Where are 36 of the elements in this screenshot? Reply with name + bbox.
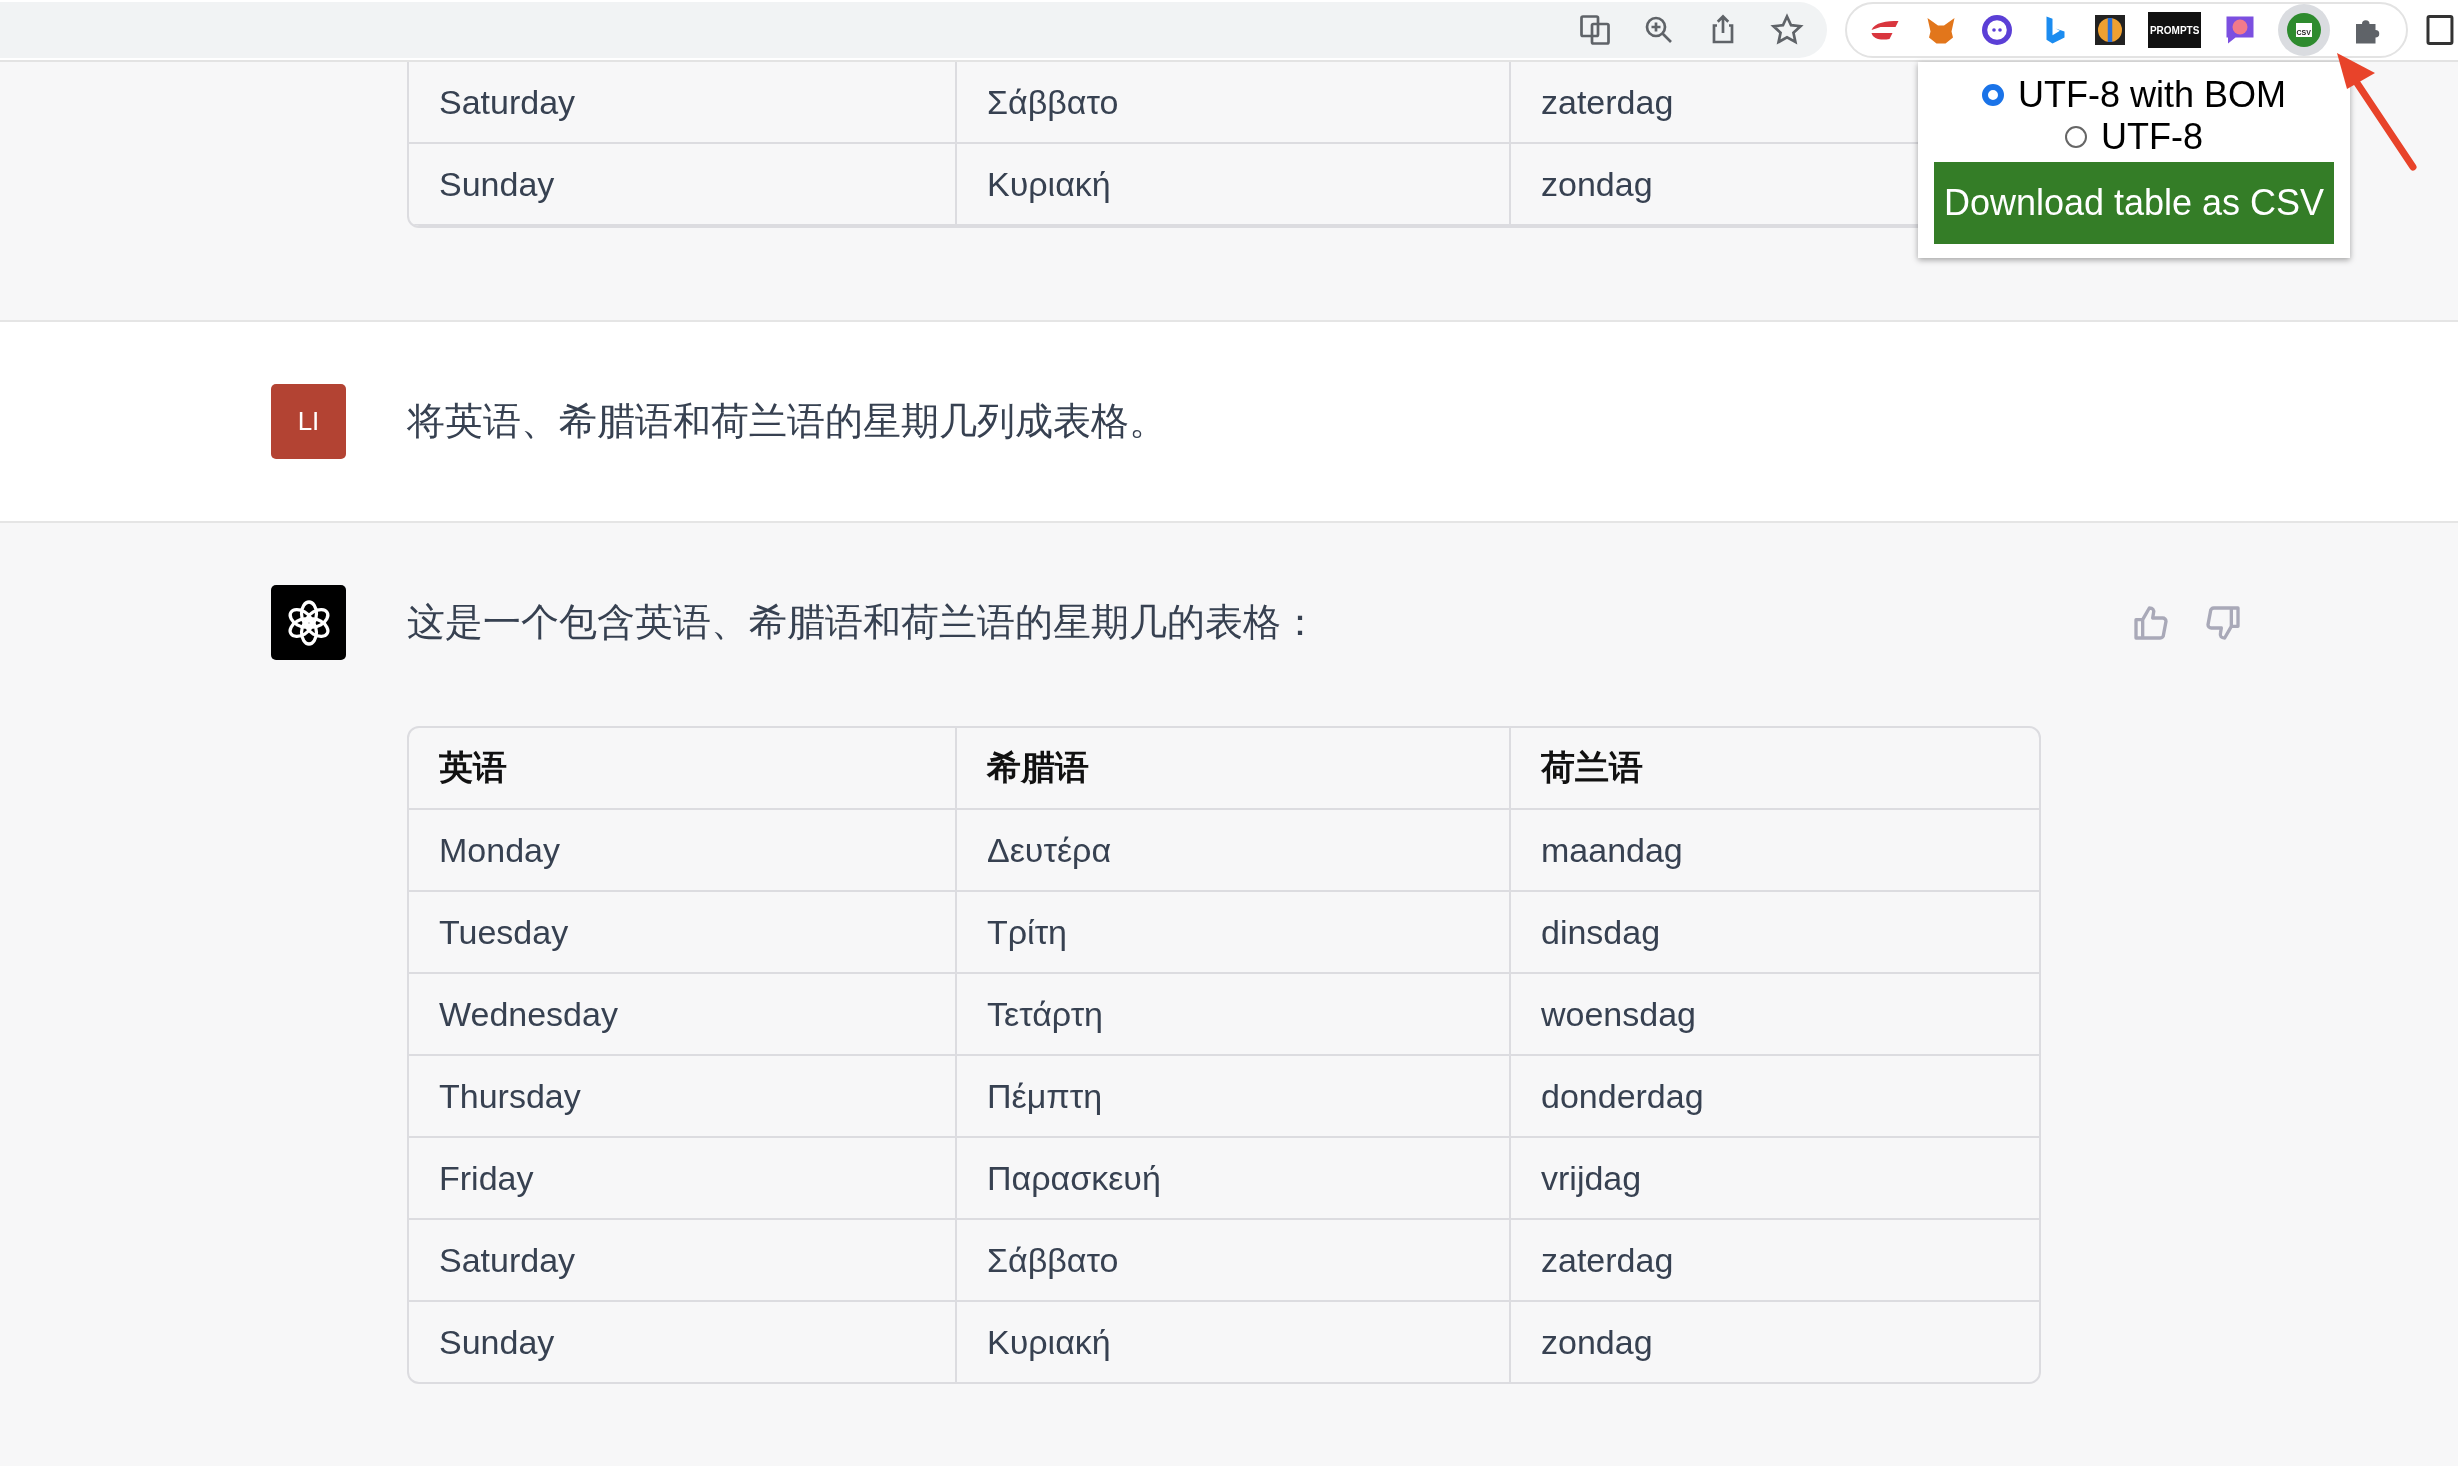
encoding-option[interactable]: UTF-8	[2065, 116, 2203, 158]
table-cell: maandag	[1511, 810, 2039, 892]
user-message: 将英语、希腊语和荷兰语的星期几列成表格。	[407, 399, 1167, 444]
column-header: 希腊语	[957, 728, 1511, 810]
table-cell: Monday	[409, 810, 957, 892]
table-cell: vrijdag	[1511, 1138, 2039, 1220]
download-button[interactable]: Download table as CSV	[1934, 162, 2334, 244]
user-avatar: LI	[271, 384, 346, 459]
table-cell: woensdag	[1511, 974, 2039, 1056]
table-cell: Friday	[409, 1138, 957, 1220]
column-header: 荷兰语	[1511, 728, 2039, 810]
table-cell: Σάββατο	[957, 1220, 1511, 1302]
table-cell: Saturday	[409, 1220, 957, 1302]
radio-icon[interactable]	[2065, 126, 2087, 148]
assistant-message: 这是一个包含英语、希腊语和荷兰语的星期几的表格：	[407, 600, 1319, 645]
table-cell: Sunday	[409, 144, 957, 226]
table-cell: Δευτέρα	[957, 810, 1511, 892]
table-cell: Thursday	[409, 1056, 957, 1138]
table-cell: Σάββατο	[957, 62, 1511, 144]
radio-icon[interactable]	[1982, 84, 2004, 106]
table-cell: Sunday	[409, 1302, 957, 1382]
table-cell: dinsdag	[1511, 892, 2039, 974]
table-cell: Παρασκευή	[957, 1138, 1511, 1220]
table-cell: donderdag	[1511, 1056, 2039, 1138]
table-cell: Tuesday	[409, 892, 957, 974]
table-cell-text: zondag	[1540, 1321, 1654, 1363]
prompts-icon[interactable]: PROMPTS	[2147, 12, 2202, 48]
table-cell: Τρίτη	[957, 892, 1511, 974]
column-header: 英语	[409, 728, 957, 810]
table-cell: Wednesday	[409, 974, 957, 1056]
table-cell: Κυριακή	[957, 144, 1511, 226]
table-cell: zaterdag	[1511, 1220, 2039, 1302]
table-cell: Τετάρτη	[957, 974, 1511, 1056]
table-cell: Saturday	[409, 62, 957, 144]
table-cell: Πέμπτη	[957, 1056, 1511, 1138]
table-cell: Κυριακή	[957, 1302, 1511, 1382]
